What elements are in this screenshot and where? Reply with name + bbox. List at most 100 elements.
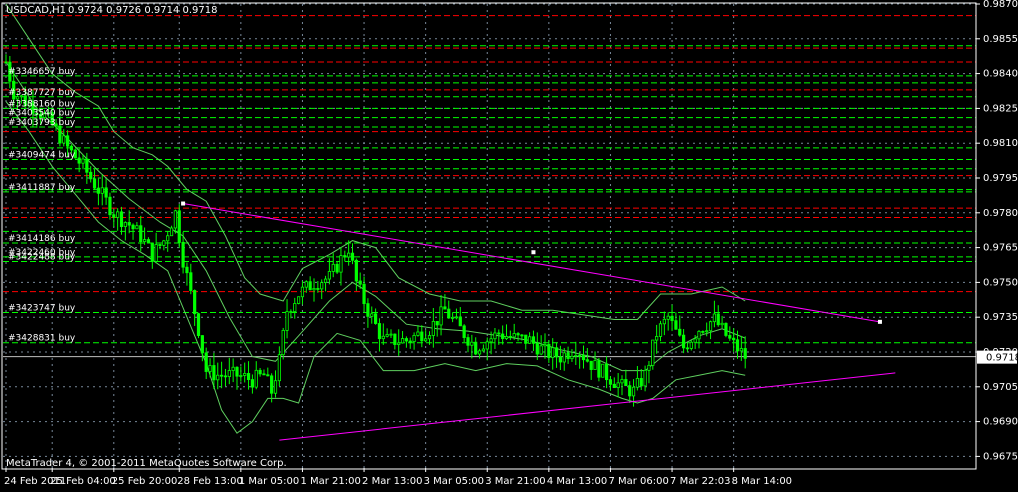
candle-body bbox=[682, 334, 686, 349]
candle-body bbox=[81, 158, 85, 164]
trendline-anchor[interactable] bbox=[877, 319, 882, 324]
candle-body bbox=[104, 187, 108, 198]
trendline-anchor[interactable] bbox=[531, 250, 536, 255]
candle-body bbox=[439, 306, 443, 326]
candle-body bbox=[116, 211, 120, 218]
candle-body bbox=[92, 178, 97, 189]
candle-body bbox=[277, 354, 281, 382]
buy-order-label: #3403793 buy bbox=[8, 118, 76, 128]
candle-body bbox=[281, 329, 285, 356]
buy-order-label: #3411887 buy bbox=[8, 183, 76, 193]
price-tick-label: 0.9675 bbox=[983, 451, 1018, 462]
price-tick-label: 0.9765 bbox=[983, 243, 1018, 254]
copyright-label: MetaTrader 4, © 2001-2011 MetaQuotes Sof… bbox=[6, 458, 287, 469]
candle-body bbox=[343, 255, 347, 258]
candle-body bbox=[208, 365, 212, 372]
time-tick-label: 1 Mar 21:00 bbox=[300, 476, 360, 487]
candle-body bbox=[628, 385, 632, 397]
candle-body bbox=[474, 341, 478, 355]
candle-body bbox=[200, 335, 204, 354]
candle-body bbox=[647, 364, 651, 371]
price-tick-label: 0.9705 bbox=[983, 382, 1018, 393]
candle-body bbox=[466, 337, 470, 346]
candle-body bbox=[166, 235, 170, 242]
candle-body bbox=[66, 135, 70, 147]
buy-order-label: #3428831 buy bbox=[8, 334, 76, 344]
candle-body bbox=[189, 272, 193, 291]
current-price-label: 0.9718 bbox=[986, 353, 1018, 364]
candle-body bbox=[574, 355, 578, 357]
candle-body bbox=[358, 280, 362, 285]
candle-body bbox=[705, 330, 709, 333]
candle[interactable] bbox=[651, 339, 655, 370]
candle-body bbox=[127, 222, 131, 226]
chart[interactable]: #3346657 buy #3387727 buy #3388160 buy #340… bbox=[0, 0, 1018, 488]
candle-body bbox=[219, 374, 224, 377]
candle-body bbox=[674, 320, 678, 330]
candle-body bbox=[585, 359, 589, 362]
candle-body bbox=[450, 317, 455, 319]
candle-body bbox=[458, 316, 462, 327]
candle[interactable] bbox=[177, 204, 181, 249]
candle-body bbox=[196, 313, 201, 336]
price-tick-label: 0.9855 bbox=[983, 34, 1018, 45]
candle-body bbox=[312, 288, 316, 291]
candle-body bbox=[231, 366, 235, 371]
candle-body bbox=[543, 344, 547, 347]
candle-body bbox=[100, 187, 104, 194]
candle-body bbox=[497, 332, 501, 335]
candle-body bbox=[431, 320, 435, 336]
candle-body bbox=[393, 333, 397, 345]
candle-body bbox=[689, 341, 693, 349]
candle-body bbox=[347, 252, 351, 258]
candle-body bbox=[435, 320, 439, 326]
candle-body bbox=[146, 239, 151, 244]
candle-body bbox=[377, 323, 382, 340]
candle-body bbox=[551, 347, 555, 358]
candle-body bbox=[223, 375, 228, 378]
candle-body bbox=[158, 244, 162, 246]
candle-body bbox=[524, 334, 528, 344]
candle-body bbox=[204, 352, 208, 372]
time-tick-label: 8 Mar 14:00 bbox=[732, 476, 792, 487]
candle-body bbox=[481, 348, 486, 352]
candle[interactable] bbox=[281, 327, 285, 360]
candle-body bbox=[697, 330, 701, 340]
candle-body bbox=[400, 338, 405, 344]
candle-body bbox=[597, 360, 601, 378]
candle-body bbox=[651, 339, 655, 366]
candle[interactable] bbox=[601, 363, 605, 378]
buy-order-label: #3422488 buy bbox=[8, 253, 76, 263]
candle-body bbox=[108, 196, 112, 216]
candle-body bbox=[270, 375, 274, 394]
candle-body bbox=[516, 333, 520, 336]
candle-body bbox=[335, 263, 339, 273]
trendline-anchor[interactable] bbox=[181, 201, 186, 206]
candle-body bbox=[504, 336, 509, 339]
time-tick-label: 4 Mar 13:00 bbox=[547, 476, 607, 487]
candle-body bbox=[693, 338, 697, 343]
candle-body bbox=[169, 227, 174, 237]
candle-body bbox=[712, 313, 717, 323]
candle-body bbox=[624, 379, 628, 387]
candle-body bbox=[285, 311, 289, 331]
candle-body bbox=[243, 373, 247, 376]
candle-body bbox=[477, 350, 482, 355]
candle[interactable] bbox=[196, 312, 201, 339]
candle-body bbox=[531, 336, 536, 344]
candle-body bbox=[520, 334, 524, 337]
candle[interactable] bbox=[724, 322, 728, 338]
candle-body bbox=[135, 225, 139, 230]
candle-body bbox=[716, 313, 720, 326]
candle-body bbox=[235, 366, 239, 377]
candle-body bbox=[258, 369, 262, 375]
candle[interactable] bbox=[296, 296, 301, 305]
candle-body bbox=[743, 348, 747, 359]
candle-body bbox=[150, 242, 154, 262]
time-tick-label: 25 Feb 04:00 bbox=[50, 476, 116, 487]
candle-body bbox=[454, 316, 459, 319]
candle-body bbox=[635, 378, 640, 388]
price-chart-svg[interactable]: #3346657 buy#3387727 buy#3388160 buy#340… bbox=[0, 0, 1018, 488]
candle-body bbox=[662, 318, 666, 325]
candle-body bbox=[193, 290, 197, 315]
